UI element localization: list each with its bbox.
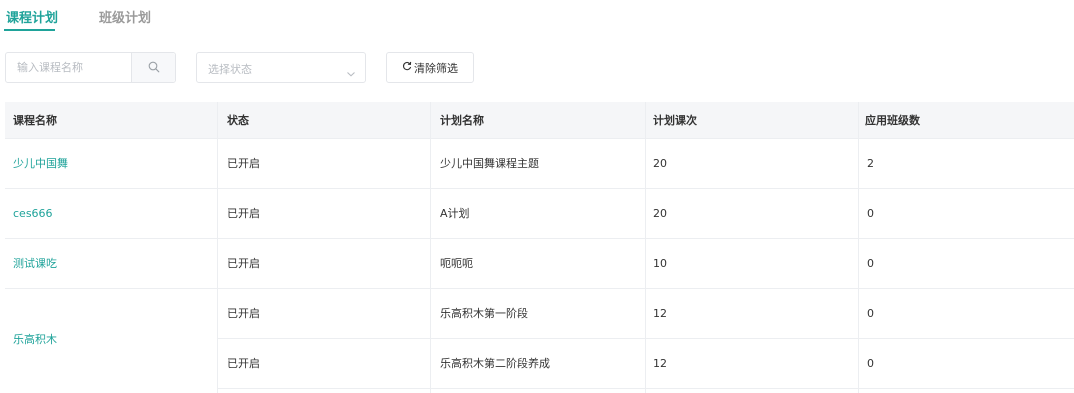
course-name-search-input[interactable]: [6, 53, 131, 82]
class-count-cell: 2: [867, 157, 874, 170]
course-name-link[interactable]: 测试课吃: [13, 257, 57, 271]
class-count-cell: 0: [867, 257, 874, 270]
column-divider: [858, 102, 859, 393]
class-count-cell: 0: [867, 307, 874, 320]
column-divider: [645, 102, 646, 393]
table-header: 课程名称 状态 计划名称 计划课次 应用班级数: [5, 102, 1074, 139]
course-name-link[interactable]: 乐高积木: [13, 333, 57, 347]
column-header-course-name: 课程名称: [13, 114, 57, 127]
plan-name-cell: 乐高积木第二阶段养成: [440, 357, 550, 370]
course-name-link[interactable]: 少儿中国舞: [13, 157, 68, 171]
column-header-status: 状态: [227, 114, 249, 127]
plan-name-cell: 乐高积木第一阶段: [440, 307, 528, 320]
clear-filters-button[interactable]: 清除筛选: [386, 52, 474, 83]
chevron-down-icon: [346, 63, 356, 82]
table-row: 少儿中国舞 已开启 少儿中国舞课程主题 20 2: [5, 139, 1074, 189]
column-divider: [217, 102, 218, 393]
plan-name-cell: 呃呃呃: [440, 257, 473, 270]
sessions-cell: 20: [653, 207, 667, 220]
column-header-plan-name: 计划名称: [440, 114, 484, 127]
column-divider: [430, 102, 431, 393]
status-cell: 已开启: [227, 357, 260, 370]
search-button[interactable]: [131, 53, 175, 82]
search-icon: [148, 58, 160, 77]
column-header-class-count: 应用班级数: [865, 114, 920, 127]
sessions-cell: 12: [653, 357, 667, 370]
table-row: 测试课吃 已开启 呃呃呃 10 0: [5, 239, 1074, 289]
active-tab-indicator: [4, 29, 55, 31]
plan-name-cell: A计划: [440, 207, 470, 220]
tab-course-plan[interactable]: 课程计划: [6, 7, 58, 26]
status-cell: 已开启: [227, 307, 260, 320]
search-box: [5, 52, 176, 83]
column-header-planned-sessions: 计划课次: [653, 114, 697, 127]
status-cell: 已开启: [227, 207, 260, 220]
sessions-cell: 10: [653, 257, 667, 270]
table-row: ces666 已开启 A计划 20 0: [5, 189, 1074, 239]
sessions-cell: 12: [653, 307, 667, 320]
refresh-icon: [402, 61, 414, 74]
status-cell: 已开启: [227, 257, 260, 270]
status-select-placeholder: 选择状态: [208, 63, 252, 76]
plan-tabs: 课程计划 班级计划: [0, 0, 1074, 34]
merged-course-cell: 乐高积木: [5, 289, 217, 393]
course-plan-table: 课程名称 状态 计划名称 计划课次 应用班级数 少儿中国舞 已开启 少儿中国舞课…: [5, 102, 1074, 393]
class-count-cell: 0: [867, 357, 874, 370]
plan-name-cell: 少儿中国舞课程主题: [440, 157, 539, 170]
sessions-cell: 20: [653, 157, 667, 170]
class-count-cell: 0: [867, 207, 874, 220]
clear-filters-label: 清除筛选: [414, 61, 458, 75]
filter-bar: 选择状态 清除筛选: [0, 50, 1074, 86]
tab-class-plan[interactable]: 班级计划: [99, 7, 151, 26]
status-cell: 已开启: [227, 157, 260, 170]
status-select[interactable]: 选择状态: [196, 52, 366, 83]
course-name-link[interactable]: ces666: [13, 207, 53, 221]
